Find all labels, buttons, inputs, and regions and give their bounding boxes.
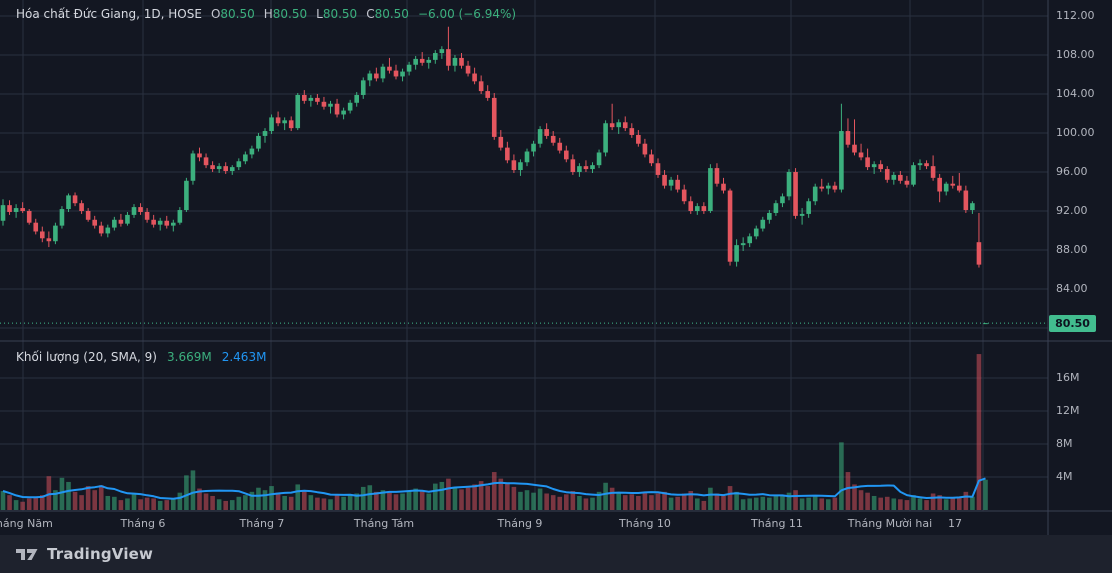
volume-axis-label: 4M bbox=[1056, 471, 1073, 483]
tradingview-logo-icon bbox=[16, 546, 39, 563]
volume-ma-value: 2.463M bbox=[222, 350, 267, 364]
time-axis-label: Tháng Mười hai bbox=[848, 517, 932, 530]
time-axis-label: Tháng Tám bbox=[354, 517, 414, 530]
close-value: 80.50 bbox=[375, 7, 409, 21]
last-price-text: 80.50 bbox=[1055, 317, 1090, 330]
volume-axis-label: 8M bbox=[1056, 438, 1073, 450]
tradingview-chart-window: Hóa chất Đức Giang, 1D, HOSEO80.50H80.50… bbox=[0, 0, 1112, 573]
price-axis-label: 100.00 bbox=[1056, 127, 1095, 139]
volume-study-title[interactable]: Khối lượng (20, SMA, 9) bbox=[16, 350, 157, 364]
price-axis-label: 84.00 bbox=[1056, 283, 1088, 295]
last-price-tag: 80.50 bbox=[1049, 315, 1096, 332]
candles-layer bbox=[1, 27, 988, 324]
price-axis-label: 112.00 bbox=[1056, 10, 1095, 22]
open-label: O bbox=[211, 7, 220, 21]
close-label: C bbox=[366, 7, 374, 21]
volume-axis-label: 16M bbox=[1056, 372, 1080, 384]
price-axis-label: 108.00 bbox=[1056, 49, 1095, 61]
price-axis-label: 92.00 bbox=[1056, 205, 1088, 217]
time-axis-label: Tháng 9 bbox=[498, 517, 543, 530]
time-axis-label: Tháng 11 bbox=[751, 517, 803, 530]
change-value: −6.00 (−6.94%) bbox=[418, 7, 516, 21]
price-axis-label: 88.00 bbox=[1056, 244, 1088, 256]
price-axis-label: 104.00 bbox=[1056, 88, 1095, 100]
volume-value: 3.669M bbox=[167, 350, 212, 364]
time-axis-label: Tháng 10 bbox=[619, 517, 671, 530]
symbol-title[interactable]: Hóa chất Đức Giang, 1D, HOSE bbox=[16, 7, 202, 21]
tradingview-brand-text: TradingView bbox=[47, 545, 153, 563]
time-axis-label: 17 bbox=[948, 517, 962, 530]
attribution-bar: TradingView bbox=[0, 535, 1112, 573]
time-axis-label: Tháng Năm bbox=[0, 517, 53, 530]
high-label: H bbox=[264, 7, 273, 21]
low-label: L bbox=[316, 7, 323, 21]
volume-axis-label: 12M bbox=[1056, 405, 1080, 417]
time-axis-label: Tháng 6 bbox=[121, 517, 166, 530]
price-axis-label: 96.00 bbox=[1056, 166, 1088, 178]
chart-canvas[interactable] bbox=[0, 0, 1112, 535]
volume-legend: Khối lượng (20, SMA, 9) 3.669M 2.463M bbox=[16, 350, 266, 364]
low-value: 80.50 bbox=[323, 7, 357, 21]
open-value: 80.50 bbox=[220, 7, 254, 21]
time-axis-label: Tháng 7 bbox=[240, 517, 285, 530]
tradingview-link[interactable]: TradingView bbox=[16, 545, 153, 563]
grid-layer bbox=[0, 0, 1112, 535]
symbol-legend: Hóa chất Đức Giang, 1D, HOSEO80.50H80.50… bbox=[16, 7, 516, 21]
volume-bars-layer bbox=[1, 354, 988, 510]
high-value: 80.50 bbox=[273, 7, 307, 21]
